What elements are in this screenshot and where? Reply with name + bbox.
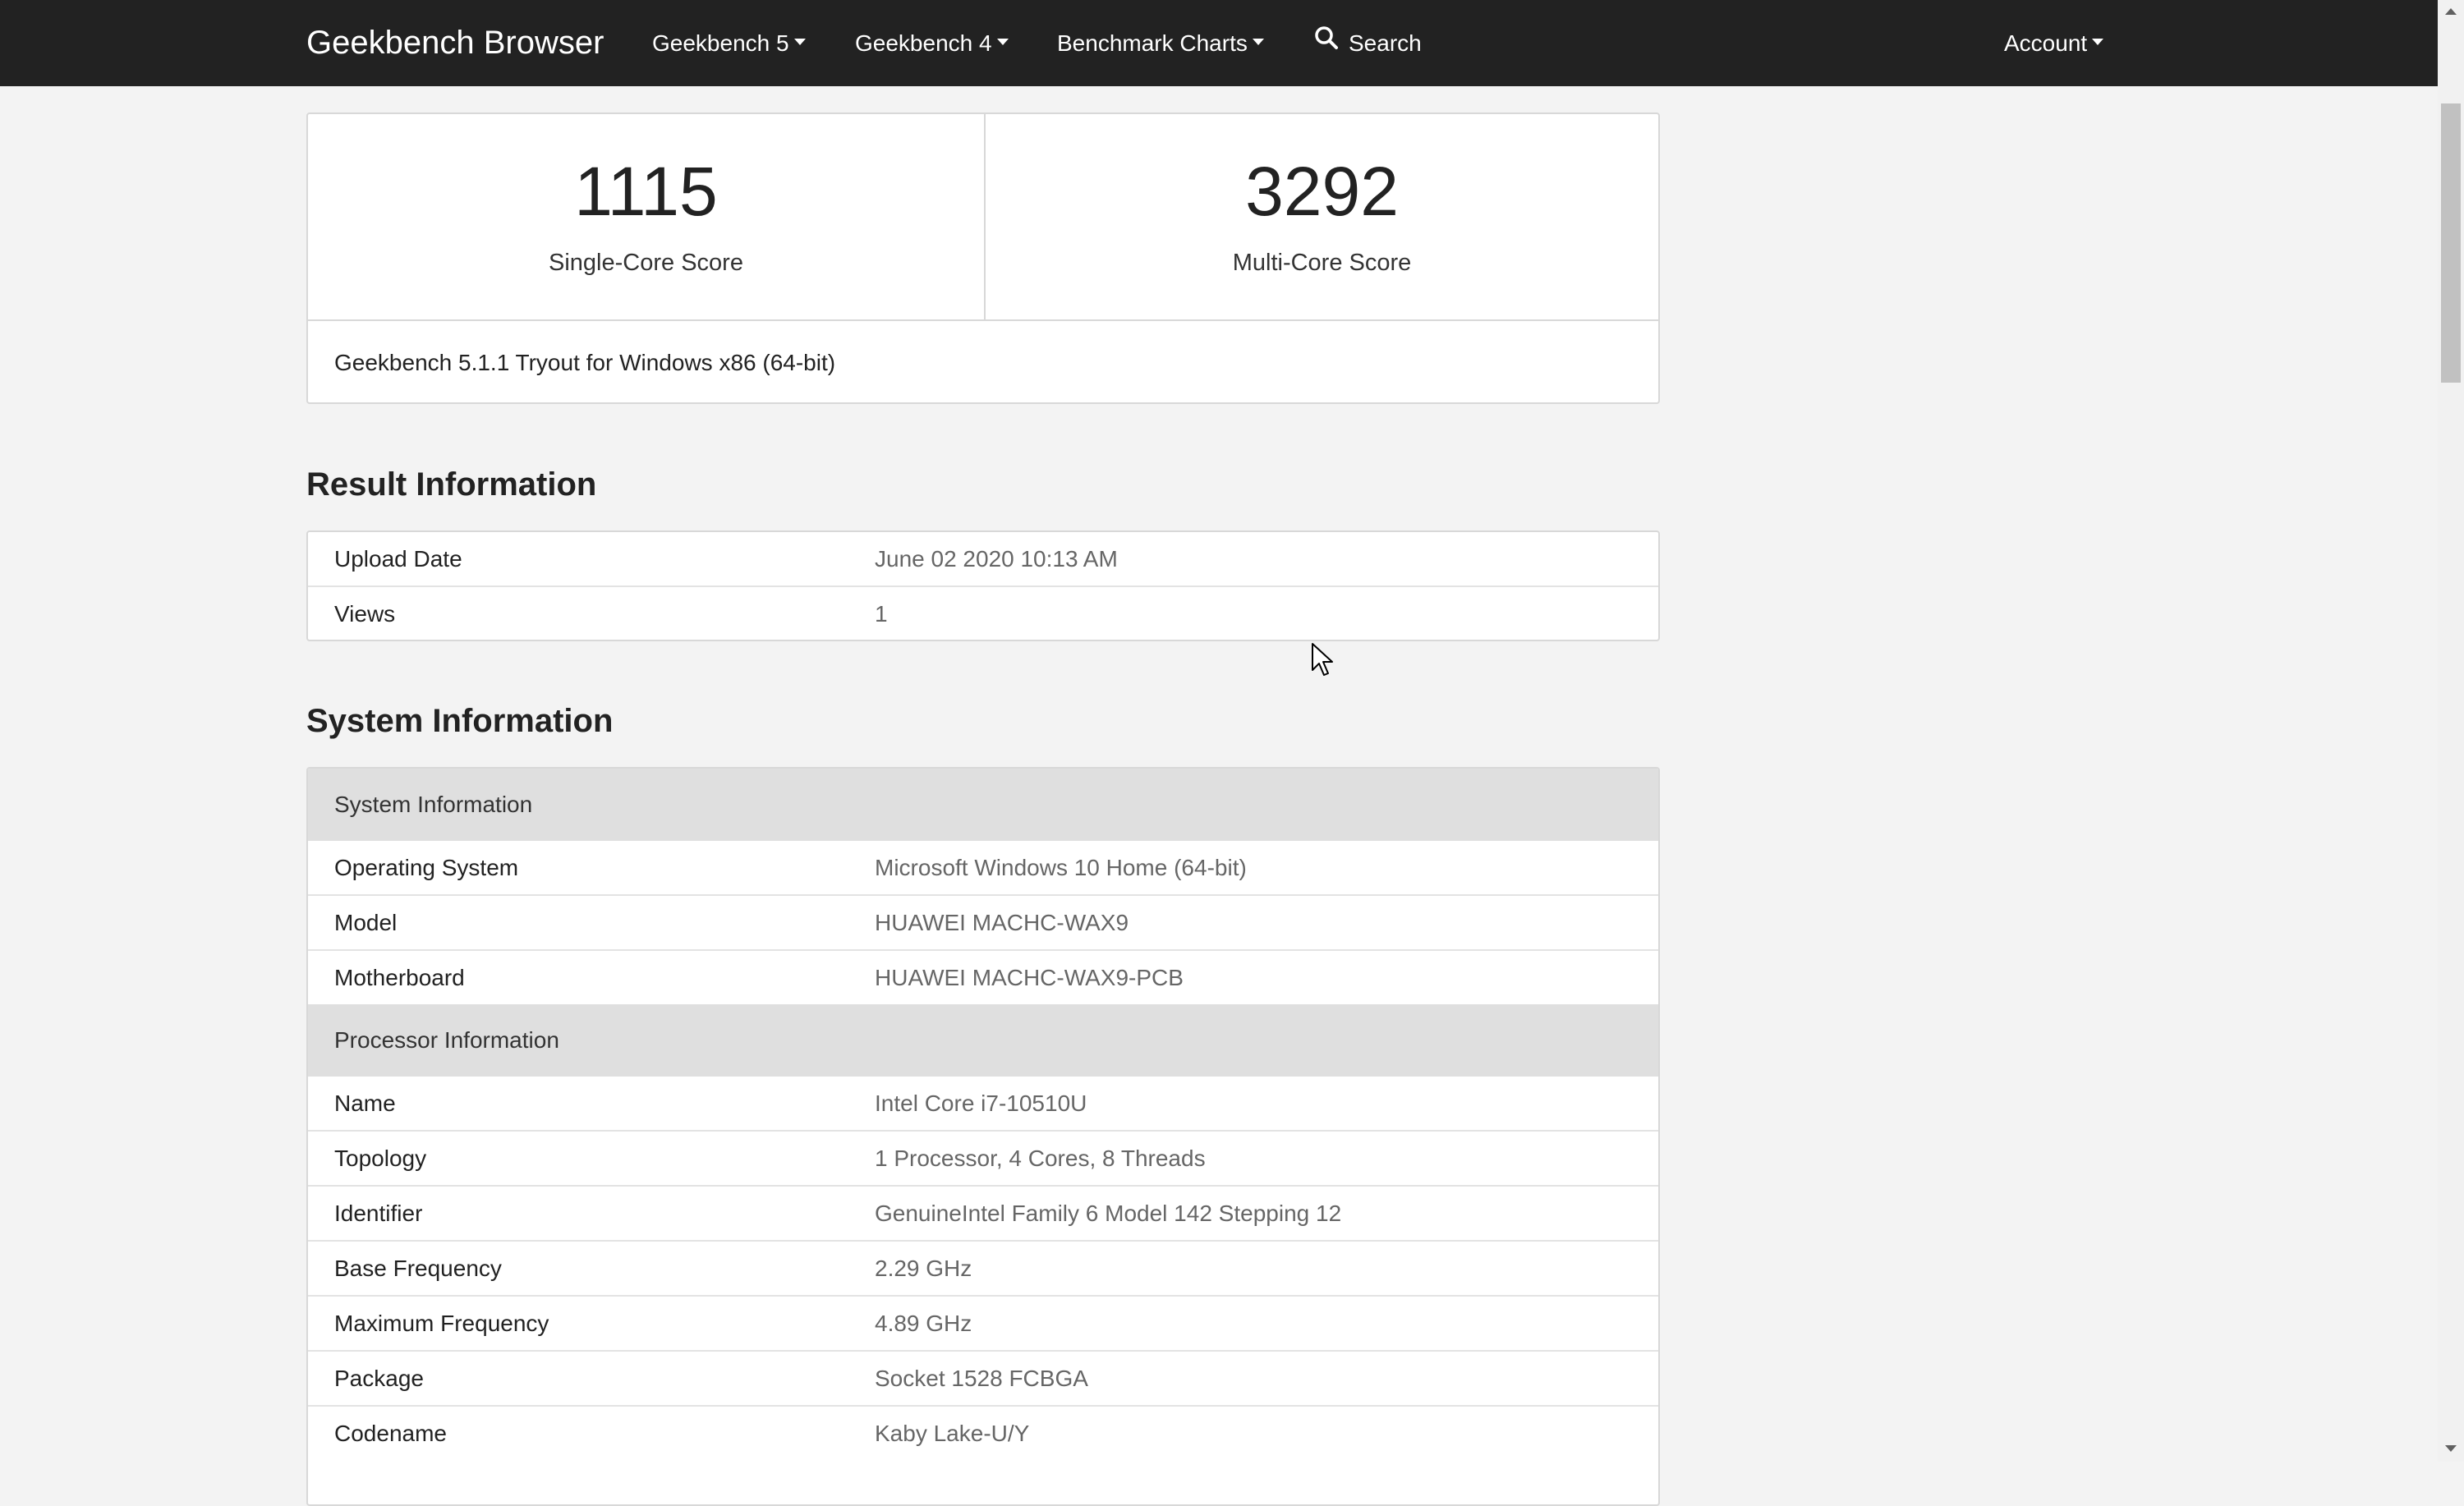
row-value: HUAWEI MACHC-WAX9 [875, 910, 1129, 935]
table-row: Operating System Microsoft Windows 10 Ho… [308, 841, 1658, 894]
table-row: Model HUAWEI MACHC-WAX9 [308, 894, 1658, 949]
result-information-heading: Result Information [306, 466, 597, 503]
group-header-system: System Information [308, 769, 1658, 841]
row-key: Views [334, 601, 396, 627]
single-core-score-label: Single-Core Score [549, 250, 743, 276]
single-core-score-cell: 1115 Single-Core Score [308, 114, 986, 319]
table-row: Codename Kaby Lake-U/Y [308, 1405, 1658, 1460]
nav-benchmark-charts-label: Benchmark Charts [1057, 30, 1248, 56]
row-key: Upload Date [334, 546, 462, 572]
system-information-table: System Information Operating System Micr… [306, 767, 1660, 1506]
table-row: Upload Date June 02 2020 10:13 AM [308, 532, 1658, 585]
scroll-up-arrow-icon[interactable] [2445, 8, 2457, 15]
table-row: Name Intel Core i7-10510U [308, 1077, 1658, 1130]
row-value: 1 [875, 601, 888, 627]
nav-geekbench5-dropdown[interactable]: Geekbench 5 [652, 0, 806, 86]
row-value: Intel Core i7-10510U [875, 1090, 1087, 1116]
caret-down-icon [996, 38, 1009, 45]
nav-account-label: Account [2004, 30, 2088, 56]
row-value: Microsoft Windows 10 Home (64-bit) [875, 855, 1247, 880]
nav-geekbench4-label: Geekbench 4 [855, 30, 992, 56]
row-value: GenuineIntel Family 6 Model 142 Stepping… [875, 1201, 1342, 1226]
scroll-thumb[interactable] [2441, 103, 2461, 383]
group-header-processor: Processor Information [308, 1004, 1658, 1077]
row-value: HUAWEI MACHC-WAX9-PCB [875, 965, 1184, 990]
table-row: Identifier GenuineIntel Family 6 Model 1… [308, 1185, 1658, 1240]
row-key: Motherboard [334, 965, 465, 990]
single-core-score-value: 1115 [574, 153, 718, 230]
row-value: 2.29 GHz [875, 1256, 972, 1281]
table-row: Motherboard HUAWEI MACHC-WAX9-PCB [308, 949, 1658, 1004]
row-value: 1 Processor, 4 Cores, 8 Threads [875, 1146, 1206, 1171]
table-row: Topology 1 Processor, 4 Cores, 8 Threads [308, 1130, 1658, 1185]
nav-geekbench4-dropdown[interactable]: Geekbench 4 [855, 0, 1009, 86]
group-header-label: System Information [334, 792, 533, 817]
score-card: 1115 Single-Core Score 3292 Multi-Core S… [306, 112, 1660, 404]
benchmark-version-row: Geekbench 5.1.1 Tryout for Windows x86 (… [308, 319, 1658, 402]
row-value: Socket 1528 FCBGA [875, 1366, 1088, 1391]
row-key: Maximum Frequency [334, 1311, 549, 1336]
row-key: Topology [334, 1146, 427, 1171]
multi-core-score-label: Multi-Core Score [1232, 250, 1412, 276]
nav-account-dropdown[interactable]: Account [2004, 0, 2104, 86]
system-information-heading: System Information [306, 703, 614, 739]
row-key: Name [334, 1090, 396, 1116]
brand-link[interactable]: Geekbench Browser [306, 0, 604, 86]
nav-geekbench5-label: Geekbench 5 [652, 30, 789, 56]
benchmark-version-text: Geekbench 5.1.1 Tryout for Windows x86 (… [334, 350, 836, 375]
row-key: Codename [334, 1421, 447, 1446]
caret-down-icon [1252, 38, 1264, 45]
row-key: Operating System [334, 855, 519, 880]
mouse-pointer-icon [1311, 642, 1334, 682]
table-row: Maximum Frequency 4.89 GHz [308, 1295, 1658, 1350]
table-row: Base Frequency 2.29 GHz [308, 1240, 1658, 1295]
vertical-scrollbar[interactable] [2438, 0, 2464, 1462]
row-key: Model [334, 910, 398, 935]
row-value: June 02 2020 10:13 AM [875, 546, 1118, 572]
result-information-table: Upload Date June 02 2020 10:13 AM Views … [306, 530, 1660, 641]
row-key: Identifier [334, 1201, 423, 1226]
nav-benchmark-charts-dropdown[interactable]: Benchmark Charts [1057, 0, 1264, 86]
scroll-down-arrow-icon[interactable] [2445, 1445, 2457, 1452]
group-header-label: Processor Information [334, 1027, 559, 1053]
search-icon [1314, 0, 1339, 85]
row-value: Kaby Lake-U/Y [875, 1421, 1030, 1446]
nav-search-link[interactable]: Search [1314, 0, 1422, 86]
multi-core-score-value: 3292 [1245, 153, 1399, 230]
row-key: Base Frequency [334, 1256, 502, 1281]
caret-down-icon [2092, 38, 2104, 45]
table-row: Views 1 [308, 585, 1658, 640]
caret-down-icon [793, 38, 806, 45]
row-value: 4.89 GHz [875, 1311, 972, 1336]
row-key: Package [334, 1366, 424, 1391]
top-navbar: Geekbench Browser Geekbench 5 Geekbench … [0, 0, 2438, 86]
table-row: Package Socket 1528 FCBGA [308, 1350, 1658, 1405]
nav-search-label: Search [1349, 30, 1422, 56]
multi-core-score-cell: 3292 Multi-Core Score [984, 114, 1660, 319]
